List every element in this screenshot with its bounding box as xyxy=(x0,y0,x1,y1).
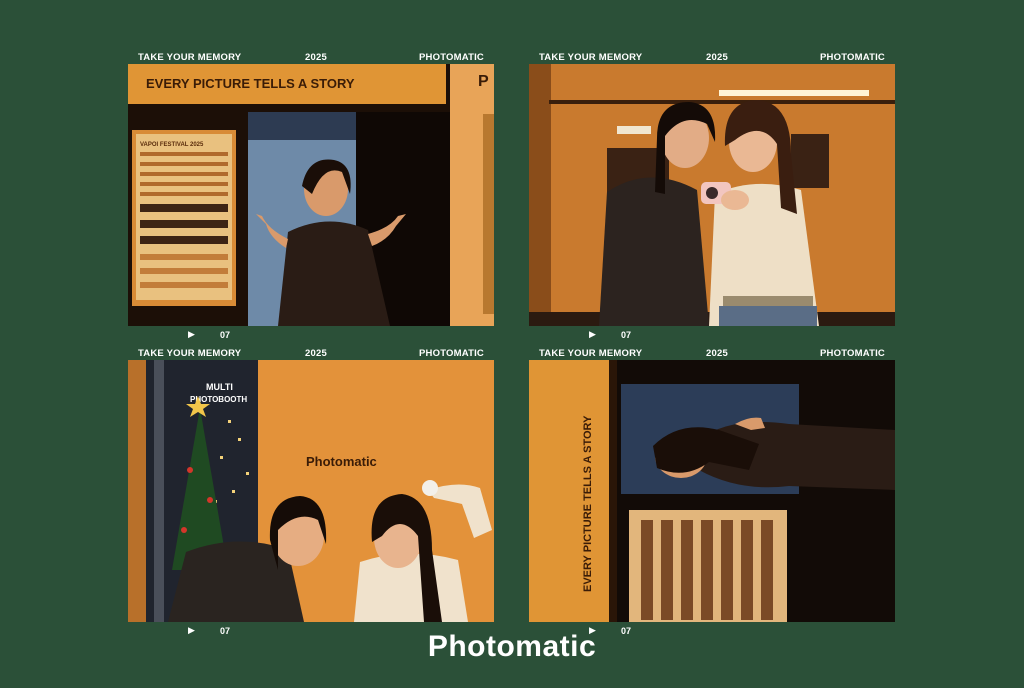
frame-brand: PHOTOMATIC xyxy=(419,52,484,63)
play-triangle-icon: ▶ xyxy=(589,329,596,339)
frame-title: TAKE YOUR MEMORY xyxy=(138,348,242,359)
left-wall-edge xyxy=(529,64,551,326)
photo-scene-1: EVERY PICTURE TELLS A STORY P VAPOI FEST… xyxy=(128,64,494,326)
corner-letter: P xyxy=(478,73,489,90)
frame-number: 07 xyxy=(621,330,632,340)
rotated-booth-photo: EVERY PICTURE TELLS A STORY xyxy=(529,360,895,622)
frame-title: TAKE YOUR MEMORY xyxy=(539,52,643,63)
photo-booth-entrance-photo: EVERY PICTURE TELLS A STORY P VAPOI FEST… xyxy=(128,64,494,326)
frame-title: TAKE YOUR MEMORY xyxy=(138,52,242,63)
banner-text: EVERY PICTURE TELLS A STORY xyxy=(146,76,355,91)
frame-year: 2025 xyxy=(305,348,327,359)
toy-icon xyxy=(422,480,438,496)
brand-logo-text: Photomatic xyxy=(427,630,597,663)
poster-title: VAPOI FESTIVAL 2025 xyxy=(140,142,204,148)
sign-line-1: MULTI xyxy=(206,382,233,392)
frame-footer: ▶ 07 xyxy=(529,329,895,343)
photo-scene-3: MULTI PHOTOBOOTH Photomatic xyxy=(128,360,494,622)
frame-number: 07 xyxy=(220,330,231,340)
frame-year: 2025 xyxy=(706,348,728,359)
ceiling-light xyxy=(719,90,869,96)
mirror-selfie-photo xyxy=(529,64,895,326)
frame-header: TAKE YOUR MEMORY 2025 PHOTOMATIC xyxy=(529,346,895,360)
frame-header: TAKE YOUR MEMORY 2025 PHOTOMATIC xyxy=(128,50,494,64)
photo-scene-2 xyxy=(529,64,895,326)
frame-header: TAKE YOUR MEMORY 2025 PHOTOMATIC xyxy=(529,50,895,64)
photo-scene-4: EVERY PICTURE TELLS A STORY xyxy=(529,360,895,622)
person-left-body xyxy=(599,177,709,326)
play-triangle-icon: ▶ xyxy=(188,329,195,339)
frame-brand: PHOTOMATIC xyxy=(419,348,484,359)
frame-brand: PHOTOMATIC xyxy=(820,348,885,359)
wall-text: Photomatic xyxy=(306,454,377,469)
frame-year: 2025 xyxy=(305,52,327,63)
banner-board-vertical xyxy=(529,360,609,622)
banner-text: EVERY PICTURE TELLS A STORY xyxy=(582,415,594,592)
frame-header: TAKE YOUR MEMORY 2025 PHOTOMATIC xyxy=(128,346,494,360)
frame-title: TAKE YOUR MEMORY xyxy=(539,348,643,359)
pointing-photomatic-wall-photo: MULTI PHOTOBOOTH Photomatic xyxy=(128,360,494,622)
frame-year: 2025 xyxy=(706,52,728,63)
frame-footer: ▶ 07 xyxy=(128,329,494,343)
frame-brand: PHOTOMATIC xyxy=(820,52,885,63)
person-right-body xyxy=(354,553,468,622)
